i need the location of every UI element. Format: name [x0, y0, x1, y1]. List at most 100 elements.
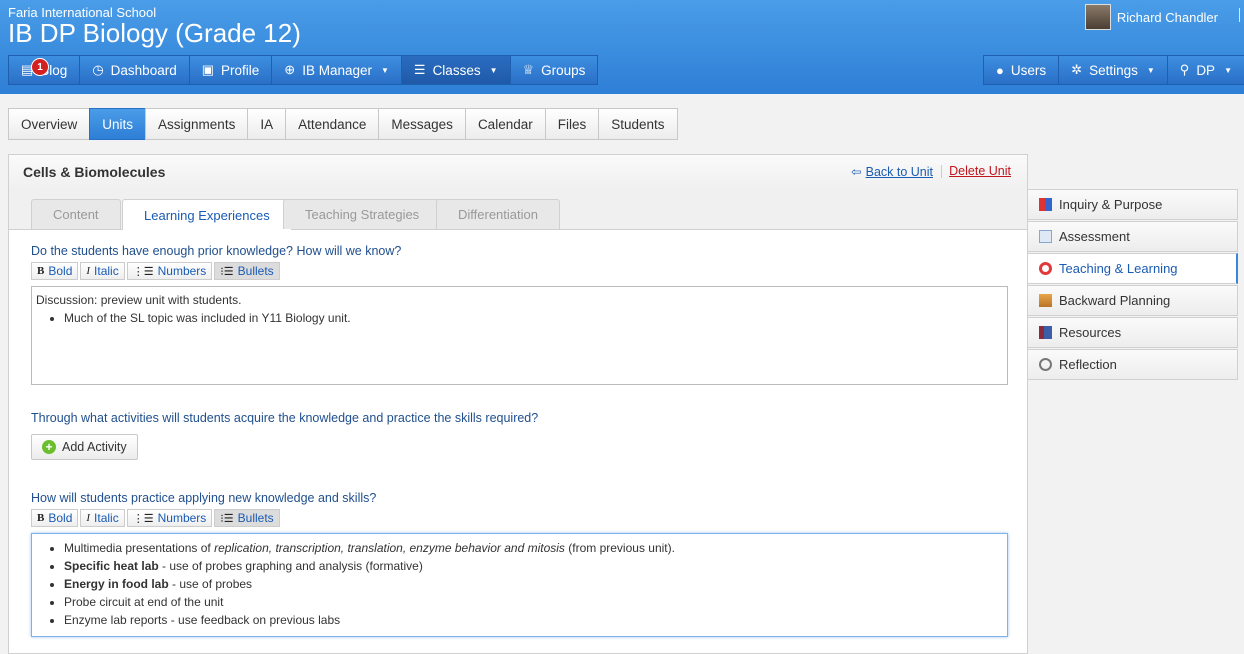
nav-label: Users: [1010, 62, 1047, 78]
practice-question: How will students practice applying new …: [31, 491, 377, 505]
nav-settings-button[interactable]: ✲ Settings ▼: [1058, 55, 1168, 85]
bold-button[interactable]: B Bold: [31, 509, 79, 527]
header-divider: [1239, 8, 1240, 22]
avatar: [1084, 4, 1111, 30]
class-title: IB DP Biology (Grade 12): [8, 18, 301, 48]
nav-label: Settings: [1089, 62, 1138, 78]
tab-differentiation[interactable]: Differentiation: [436, 199, 560, 229]
right-nav: ● Users ✲ Settings ▼ ⚲ DP ▼: [983, 55, 1244, 85]
notification-badge: 1: [31, 58, 49, 76]
user-menu[interactable]: Richard Chandler: [1084, 4, 1218, 30]
item-strong: Specific heat lab: [64, 559, 159, 573]
classes-icon: ☰: [413, 62, 426, 77]
item-emphasis: replication, transcription, translation,…: [214, 541, 565, 555]
nav-classes-button[interactable]: ☰ Classes ▼: [400, 55, 511, 85]
numbers-button[interactable]: ⋮☰ Numbers: [126, 262, 213, 280]
arrow-left-icon: ⇦: [851, 165, 862, 179]
italic-button[interactable]: I Italic: [80, 262, 125, 280]
prior-knowledge-question: Do the students have enough prior knowle…: [31, 244, 402, 258]
tab-units[interactable]: Units: [89, 108, 147, 140]
chevron-down-icon: ▼: [1146, 65, 1155, 75]
tab-overview[interactable]: Overview: [8, 108, 91, 140]
book-icon: [1039, 326, 1052, 339]
tab-assignments[interactable]: Assignments: [145, 108, 249, 140]
side-item-inquiry[interactable]: Inquiry & Purpose: [1028, 189, 1238, 220]
main-nav: ▤ 1 Blog ◷ Dashboard ▣ Profile ⊕ IB Mana…: [8, 55, 599, 85]
unit-header: Cells & Biomolecules ⇦ Back to Unit Delet…: [9, 155, 1027, 190]
search-icon: ⚲: [1179, 62, 1190, 77]
blocks-icon: [1039, 198, 1052, 211]
item-text: - use of probes graphing and analysis (f…: [158, 559, 423, 573]
signpost-icon: [1039, 294, 1052, 307]
top-header: Faria International School IB DP Biology…: [0, 0, 1244, 94]
bullets-button[interactable]: ⁝☰ Bullets: [214, 509, 280, 527]
nav-users-button[interactable]: ● Users: [983, 55, 1060, 85]
tab-files[interactable]: Files: [544, 108, 600, 140]
prior-knowledge-editor[interactable]: Discussion: preview unit with students. …: [31, 286, 1008, 385]
nav-blog-button[interactable]: ▤ 1 Blog: [8, 55, 81, 85]
bullets-label: Bullets: [237, 511, 274, 525]
tab-students[interactable]: Students: [598, 108, 678, 140]
document-icon: [1039, 230, 1052, 243]
nav-profile-button[interactable]: ▣ Profile: [188, 55, 273, 85]
add-activity-button[interactable]: + Add Activity: [31, 434, 138, 460]
tab-teaching-strategies[interactable]: Teaching Strategies: [283, 199, 442, 229]
italic-icon: I: [86, 265, 91, 277]
list-item: Probe circuit at end of the unit: [64, 593, 1003, 611]
bullets-label: Bullets: [237, 264, 274, 278]
side-item-reflection[interactable]: Reflection: [1028, 349, 1238, 380]
chevron-down-icon: ▼: [1224, 65, 1232, 75]
side-item-label: Backward Planning: [1059, 293, 1171, 308]
chevron-down-icon: ▼: [489, 65, 498, 75]
back-label: Back to Unit: [865, 165, 933, 179]
dashboard-icon: ◷: [92, 62, 104, 77]
italic-icon: I: [86, 512, 91, 524]
list-item: Much of the SL topic was included in Y11…: [64, 309, 1003, 327]
practice-editor[interactable]: Multimedia presentations of replication,…: [31, 533, 1008, 637]
nav-dashboard-button[interactable]: ◷ Dashboard: [79, 55, 190, 85]
italic-button[interactable]: I Italic: [80, 509, 125, 527]
side-item-assessment[interactable]: Assessment: [1028, 221, 1238, 252]
link-divider: [941, 165, 942, 178]
delete-unit-link[interactable]: Delete Unit: [949, 164, 1011, 178]
tab-attendance[interactable]: Attendance: [285, 108, 380, 140]
user-icon: ●: [996, 62, 1004, 78]
activities-question: Through what activities will students ac…: [31, 411, 539, 425]
editor-toolbar: B Bold I Italic ⋮☰ Numbers ⁝☰ Bullets: [31, 262, 280, 280]
side-item-label: Teaching & Learning: [1059, 261, 1178, 276]
editor-list: Multimedia presentations of replication,…: [36, 539, 1003, 629]
unit-tabs: Content Learning Experiences Teaching St…: [9, 189, 1027, 230]
italic-label: Italic: [94, 264, 119, 278]
tab-ia[interactable]: IA: [247, 108, 287, 140]
bold-label: Bold: [48, 511, 73, 525]
bold-button[interactable]: B Bold: [31, 262, 79, 280]
tab-calendar[interactable]: Calendar: [464, 108, 546, 140]
nav-ib-manager-button[interactable]: ⊕ IB Manager ▼: [271, 55, 402, 85]
nav-label: Dashboard: [110, 62, 177, 78]
editor-text: Discussion: preview unit with students.: [36, 293, 242, 307]
side-item-resources[interactable]: Resources: [1028, 317, 1238, 348]
item-text: Multimedia presentations of: [64, 541, 215, 555]
nav-search-button[interactable]: ⚲ DP ▼: [1166, 55, 1244, 85]
tab-messages[interactable]: Messages: [378, 108, 466, 140]
back-to-unit-link[interactable]: ⇦ Back to Unit: [851, 164, 933, 179]
numbers-button[interactable]: ⋮☰ Numbers: [126, 509, 213, 527]
side-item-backward-planning[interactable]: Backward Planning: [1028, 285, 1238, 316]
nav-groups-button[interactable]: ♕ Groups: [509, 55, 599, 85]
nav-label: DP: [1196, 62, 1216, 78]
bullet-list-icon: ⁝☰: [220, 512, 234, 525]
bullets-button[interactable]: ⁝☰ Bullets: [214, 262, 280, 280]
italic-label: Italic: [94, 511, 119, 525]
numbers-label: Numbers: [157, 264, 207, 278]
list-item: Energy in food lab - use of probes: [64, 575, 1003, 593]
bold-icon: B: [37, 265, 45, 277]
editor-toolbar: B Bold I Italic ⋮☰ Numbers ⁝☰ Bullets: [31, 509, 280, 527]
plus-icon: +: [42, 440, 56, 454]
tab-learning-experiences[interactable]: Learning Experiences: [122, 199, 292, 230]
item-text: (from previous unit).: [564, 541, 675, 555]
tab-content[interactable]: Content: [31, 199, 121, 229]
list-item: Multimedia presentations of replication,…: [64, 539, 1003, 557]
bullet-list-icon: ⁝☰: [220, 265, 234, 278]
side-item-teaching-learning[interactable]: Teaching & Learning: [1028, 253, 1238, 284]
item-strong: Energy in food lab: [64, 577, 169, 591]
